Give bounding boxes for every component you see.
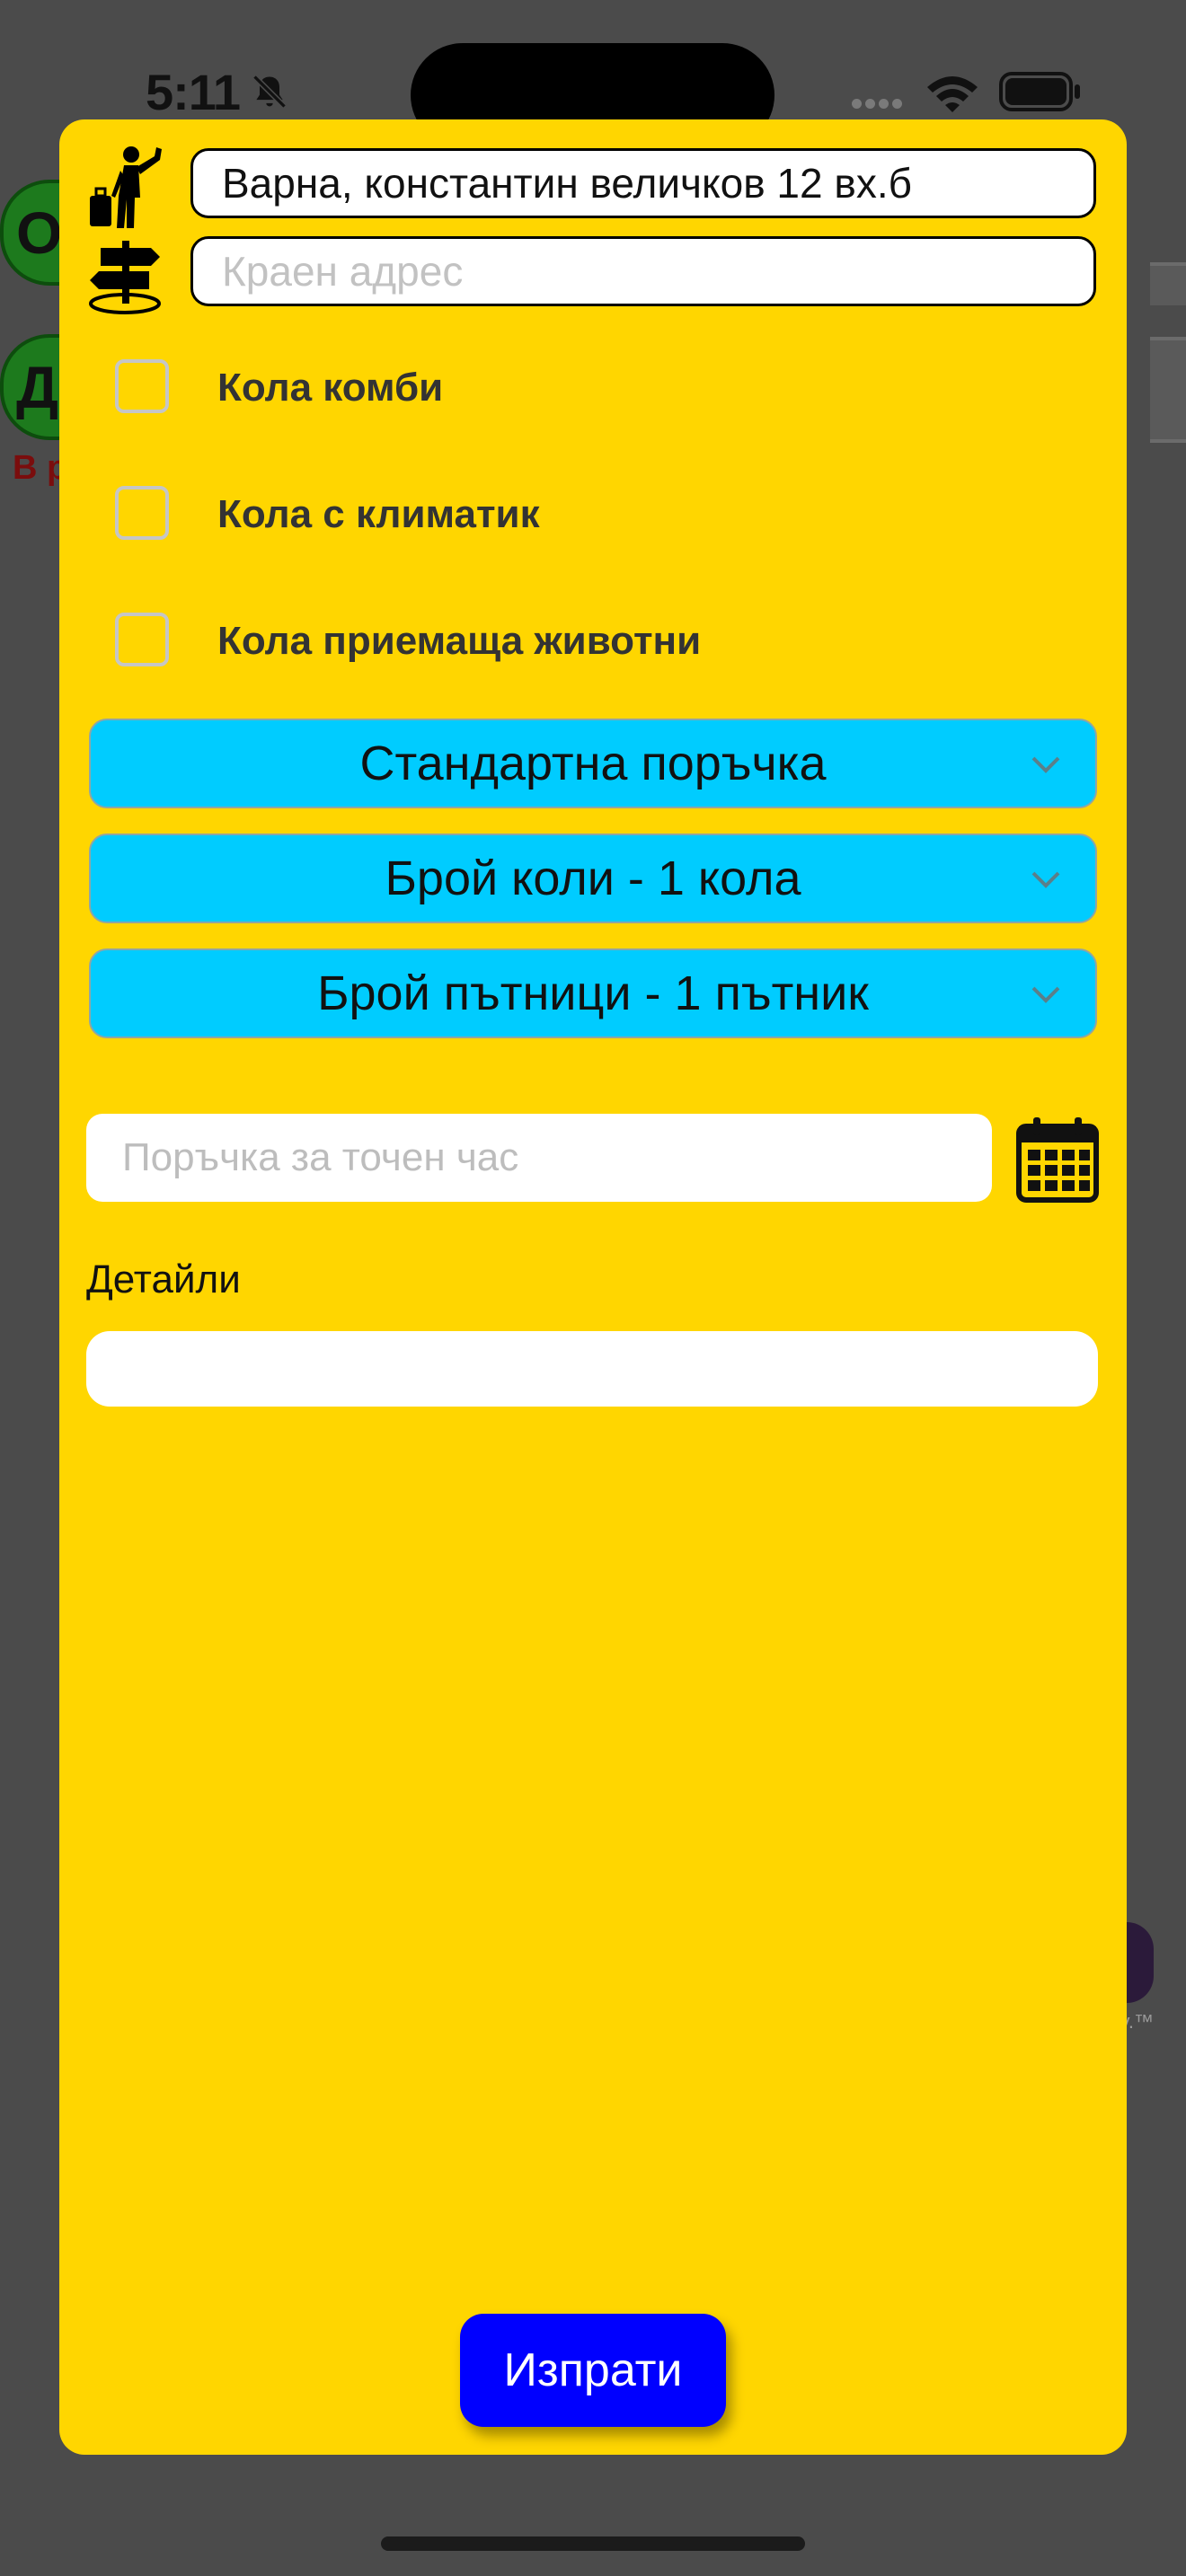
home-indicator[interactable] (381, 2536, 805, 2551)
pet-friendly-label: Кола приемаща животни (217, 619, 702, 663)
passenger-count-value: Брой пътници - 1 пътник (317, 966, 869, 1020)
status-time: 5:11 (146, 64, 241, 120)
order-type-value: Стандартна поръчка (359, 737, 827, 790)
pickup-address-input[interactable]: Варна, константин величков 12 вх.б (190, 148, 1096, 218)
station-wagon-checkbox[interactable] (115, 359, 169, 413)
details-input[interactable] (86, 1331, 1098, 1407)
chevron-down-icon (1031, 756, 1060, 773)
passenger-count-dropdown[interactable]: Брой пътници - 1 пътник (89, 948, 1097, 1038)
signpost-icon (89, 241, 161, 314)
station-wagon-label: Кола комби (217, 366, 444, 410)
background-field-edge (1150, 262, 1186, 305)
hitchhiker-icon (90, 146, 162, 228)
send-button[interactable]: Изпрати (460, 2314, 726, 2427)
pet-friendly-checkbox[interactable] (115, 613, 169, 666)
signal-dots-icon (852, 97, 906, 113)
details-label: Детайли (86, 1257, 241, 1301)
air-conditioning-checkbox[interactable] (115, 486, 169, 540)
order-type-dropdown[interactable]: Стандартна поръчка (89, 719, 1097, 808)
car-count-value: Брой коли - 1 кола (385, 851, 801, 905)
air-conditioning-label: Кола с климатик (217, 492, 540, 536)
wifi-icon (927, 76, 978, 112)
background-field-edge (1150, 337, 1186, 443)
destination-address-input[interactable]: Краен адрес (190, 236, 1096, 306)
battery-icon (999, 72, 1080, 111)
scheduled-time-input[interactable]: Поръчка за точен час (86, 1114, 992, 1202)
chevron-down-icon (1031, 871, 1060, 888)
car-count-dropdown[interactable]: Брой коли - 1 кола (89, 834, 1097, 923)
chevron-down-icon (1031, 986, 1060, 1003)
calendar-icon[interactable] (1015, 1114, 1100, 1204)
bell-slash-icon (252, 75, 287, 109)
